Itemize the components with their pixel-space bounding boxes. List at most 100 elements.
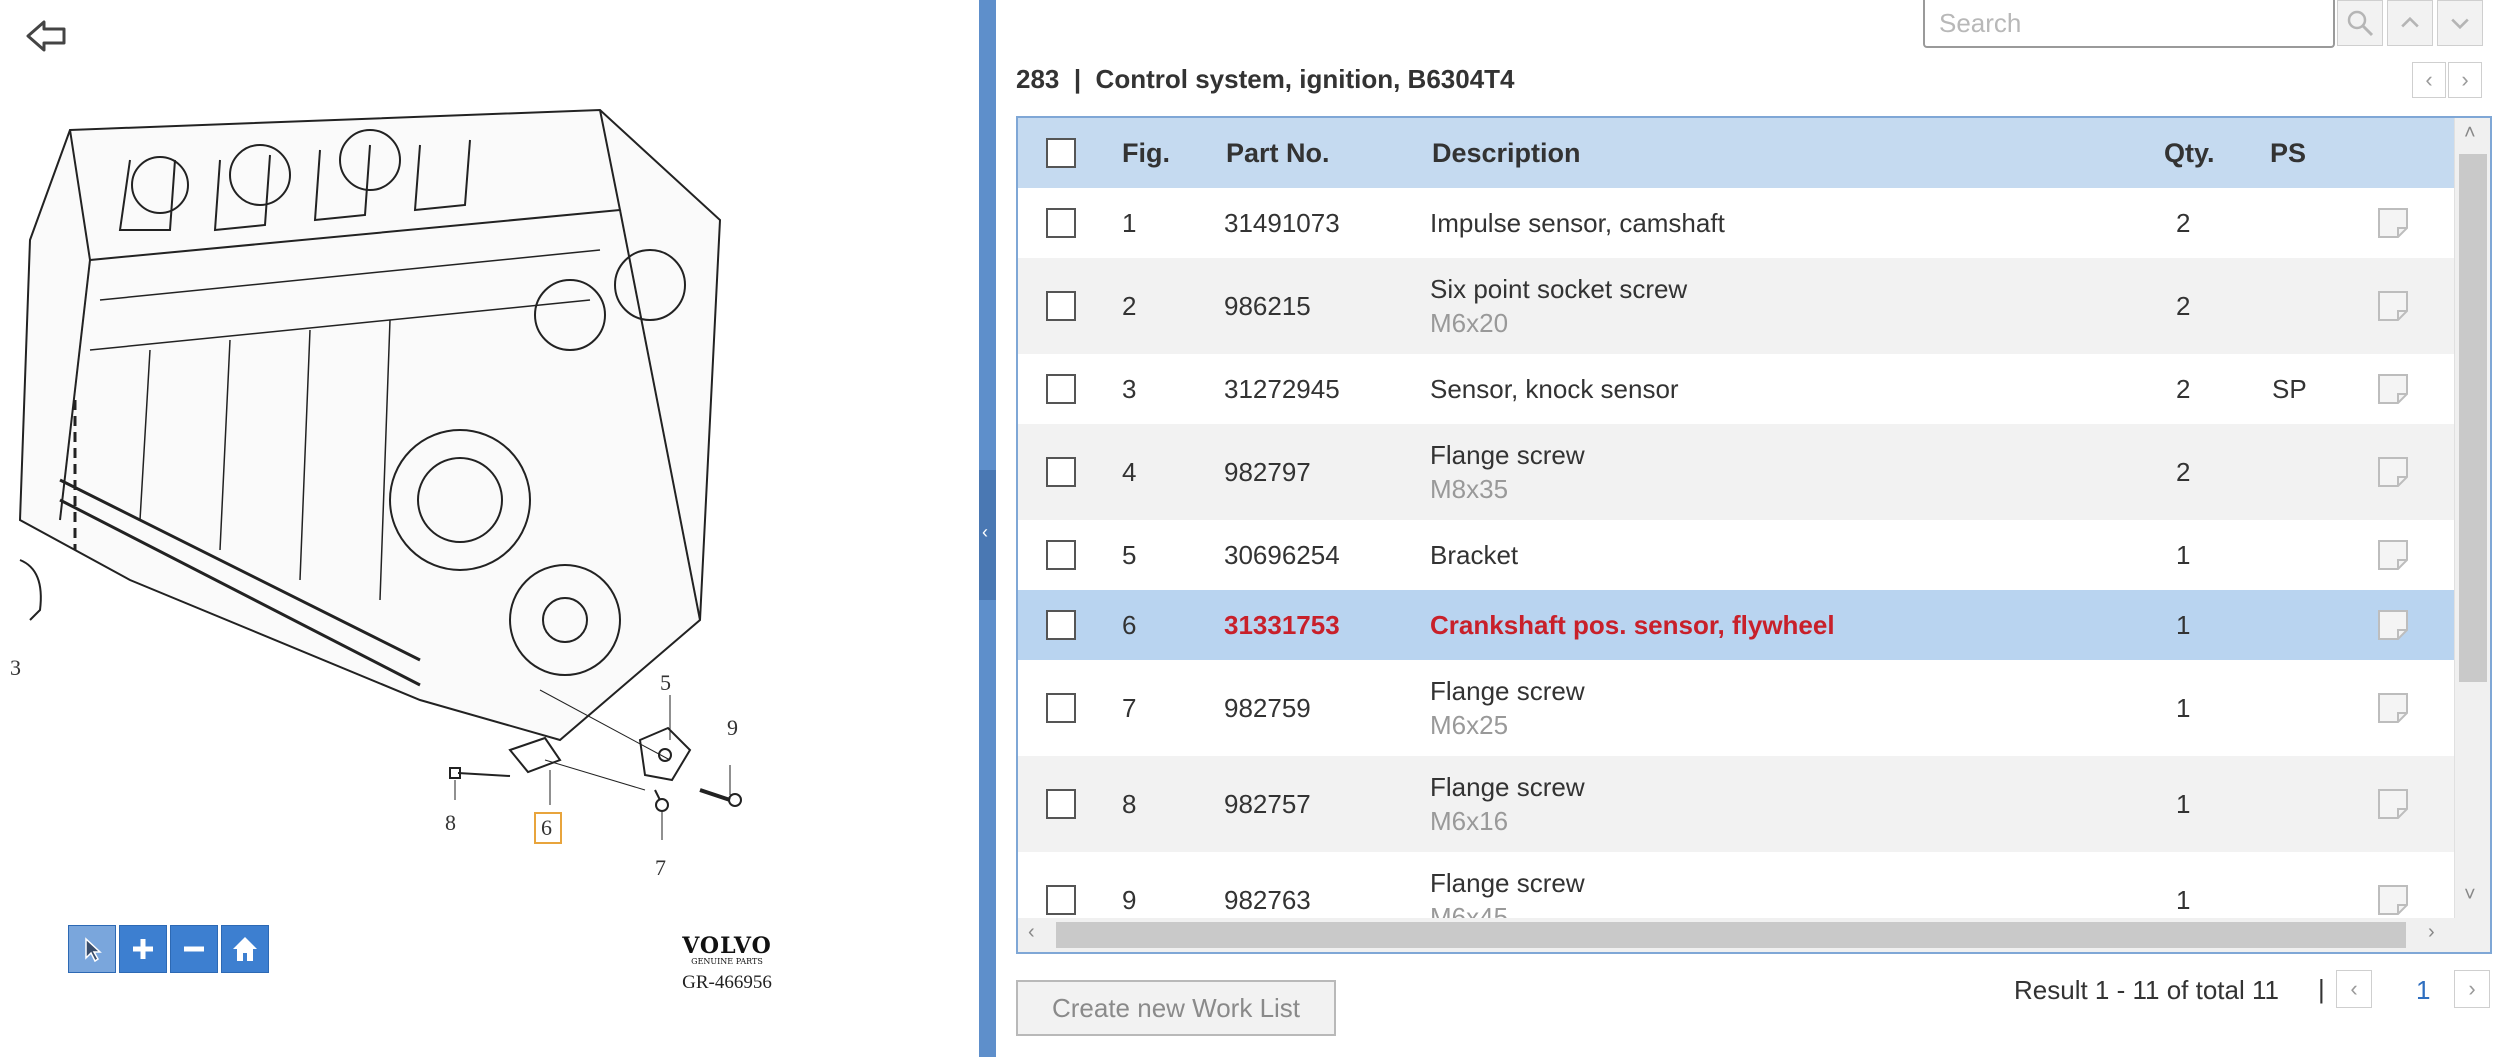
- prev-section-button[interactable]: ‹: [2412, 62, 2446, 98]
- note-icon[interactable]: [2376, 206, 2410, 240]
- cell-description: Bracket: [1430, 540, 1519, 570]
- cell-part-no[interactable]: 982763: [1224, 885, 1311, 916]
- cell-description: Six point socket screw: [1430, 274, 1688, 304]
- note-icon[interactable]: [2376, 608, 2410, 642]
- column-header-fig[interactable]: Fig.: [1122, 118, 1170, 188]
- create-work-list-button[interactable]: Create new Work List: [1016, 980, 1336, 1036]
- table-row[interactable]: 5 30696254 Bracket 1: [1018, 520, 2454, 590]
- note-icon[interactable]: [2376, 787, 2410, 821]
- back-arrow-icon[interactable]: [22, 14, 72, 58]
- brand-name: VOLVO: [682, 933, 772, 959]
- pager-separator: |: [2318, 974, 2325, 1004]
- cell-fig: 6: [1122, 610, 1137, 640]
- scroll-left-arrow-icon[interactable]: ‹: [1028, 921, 1035, 944]
- horizontal-scrollbar[interactable]: ‹ ›: [1018, 918, 2454, 952]
- search-next-button[interactable]: [2437, 0, 2483, 46]
- next-section-button[interactable]: ›: [2448, 62, 2482, 98]
- cell-description: Crankshaft pos. sensor, flywheel: [1430, 610, 1835, 640]
- row-checkbox[interactable]: [1046, 789, 1076, 819]
- table-row[interactable]: 2 986215 Six point socket screw M6x20 2: [1018, 258, 2454, 354]
- current-page-number[interactable]: 1: [2416, 975, 2430, 1006]
- drawing-number: GR-466956: [682, 972, 772, 993]
- row-checkbox[interactable]: [1046, 208, 1076, 238]
- splitter-collapse-handle[interactable]: ‹: [979, 470, 996, 600]
- note-icon[interactable]: [2376, 691, 2410, 725]
- scroll-right-arrow-icon[interactable]: ›: [2428, 921, 2435, 944]
- column-header-part-no[interactable]: Part No.: [1226, 118, 1330, 188]
- horizontal-scroll-thumb[interactable]: [1056, 922, 2406, 948]
- cell-part-no[interactable]: 31272945: [1224, 374, 1340, 405]
- vertical-scroll-thumb[interactable]: [2459, 154, 2487, 682]
- cell-part-no[interactable]: 982759: [1224, 693, 1311, 724]
- chevron-up-icon: [2401, 16, 2419, 28]
- table-row[interactable]: 7 982759 Flange screw M6x25 1: [1018, 660, 2454, 756]
- search-prev-button[interactable]: [2387, 0, 2433, 46]
- table-row[interactable]: 4 982797 Flange screw M8x35 2: [1018, 424, 2454, 520]
- home-view-button[interactable]: [221, 925, 269, 973]
- cell-qty: 2: [2176, 374, 2191, 404]
- plus-icon: [133, 939, 153, 959]
- callout-3[interactable]: 3: [10, 655, 21, 680]
- search-button[interactable]: [2337, 0, 2383, 46]
- next-page-button[interactable]: ›: [2454, 970, 2490, 1008]
- row-checkbox[interactable]: [1046, 291, 1076, 321]
- row-checkbox[interactable]: [1046, 610, 1076, 640]
- cell-part-no[interactable]: 982757: [1224, 789, 1311, 820]
- note-icon[interactable]: [2376, 538, 2410, 572]
- cell-description-detail: M6x20: [1430, 308, 1509, 338]
- column-header-description[interactable]: Description: [1432, 118, 1581, 188]
- note-icon[interactable]: [2376, 372, 2410, 406]
- select-pointer-button[interactable]: [68, 925, 116, 973]
- cell-qty: 1: [2176, 789, 2191, 819]
- row-checkbox[interactable]: [1046, 374, 1076, 404]
- cell-description: Flange screw: [1430, 676, 1585, 706]
- cell-part-no[interactable]: 982797: [1224, 457, 1311, 488]
- row-checkbox[interactable]: [1046, 457, 1076, 487]
- callout-7[interactable]: 7: [655, 855, 666, 880]
- cell-part-no[interactable]: 986215: [1224, 291, 1311, 322]
- callout-9[interactable]: 9: [727, 715, 738, 740]
- table-row[interactable]: 1 31491073 Impulse sensor, camshaft 2: [1018, 188, 2454, 258]
- column-header-qty[interactable]: Qty.: [2164, 118, 2215, 188]
- pointer-icon: [85, 937, 102, 963]
- callout-6[interactable]: 6: [541, 815, 552, 840]
- search-input[interactable]: [1923, 0, 2335, 48]
- cell-qty: 1: [2176, 610, 2191, 640]
- prev-page-button[interactable]: ‹: [2336, 970, 2372, 1008]
- cell-description: Impulse sensor, camshaft: [1430, 208, 1725, 238]
- chevron-left-icon: ‹: [982, 522, 988, 542]
- cell-description: Flange screw: [1430, 772, 1585, 802]
- diagram-pane: 8 6 7 5 9 3 VOLVO GENUINE PARTS GR-46695…: [0, 0, 980, 1057]
- callout-5[interactable]: 5: [660, 670, 671, 695]
- cell-part-no[interactable]: 31331753: [1224, 610, 1340, 641]
- chevron-right-icon: ›: [2468, 976, 2476, 1001]
- cell-fig: 9: [1122, 885, 1137, 915]
- chevron-down-icon: [2451, 18, 2469, 30]
- row-checkbox[interactable]: [1046, 540, 1076, 570]
- table-row[interactable]: 8 982757 Flange screw M6x16 1: [1018, 756, 2454, 852]
- callout-8[interactable]: 8: [445, 810, 456, 835]
- cell-qty: 2: [2176, 457, 2191, 487]
- row-checkbox[interactable]: [1046, 885, 1076, 915]
- select-all-checkbox[interactable]: [1046, 138, 1076, 168]
- engine-exploded-diagram[interactable]: 8 6 7 5 9 3: [0, 100, 800, 900]
- row-checkbox[interactable]: [1046, 693, 1076, 723]
- cell-part-no[interactable]: 31491073: [1224, 208, 1340, 239]
- column-header-ps[interactable]: PS: [2270, 118, 2306, 188]
- cell-part-no[interactable]: 30696254: [1224, 540, 1340, 571]
- zoom-in-button[interactable]: [119, 925, 167, 973]
- note-icon[interactable]: [2376, 289, 2410, 323]
- zoom-out-button[interactable]: [170, 925, 218, 973]
- table-row[interactable]: 3 31272945 Sensor, knock sensor 2 SP: [1018, 354, 2454, 424]
- note-icon[interactable]: [2376, 455, 2410, 489]
- result-count: Result 1 - 11 of total 11: [2014, 975, 2279, 1005]
- scroll-up-arrow-icon[interactable]: ˄: [2464, 122, 2476, 145]
- cell-description-detail: M6x16: [1430, 806, 1509, 836]
- table-row[interactable]: 6 31331753 Crankshaft pos. sensor, flywhee…: [1018, 590, 2454, 660]
- cell-fig: 5: [1122, 540, 1137, 570]
- vertical-scrollbar[interactable]: ˄ ˅: [2454, 118, 2490, 918]
- note-icon[interactable]: [2376, 883, 2410, 917]
- home-icon: [233, 937, 257, 961]
- cell-description: Flange screw: [1430, 440, 1585, 470]
- scroll-down-arrow-icon[interactable]: ˅: [2464, 884, 2476, 907]
